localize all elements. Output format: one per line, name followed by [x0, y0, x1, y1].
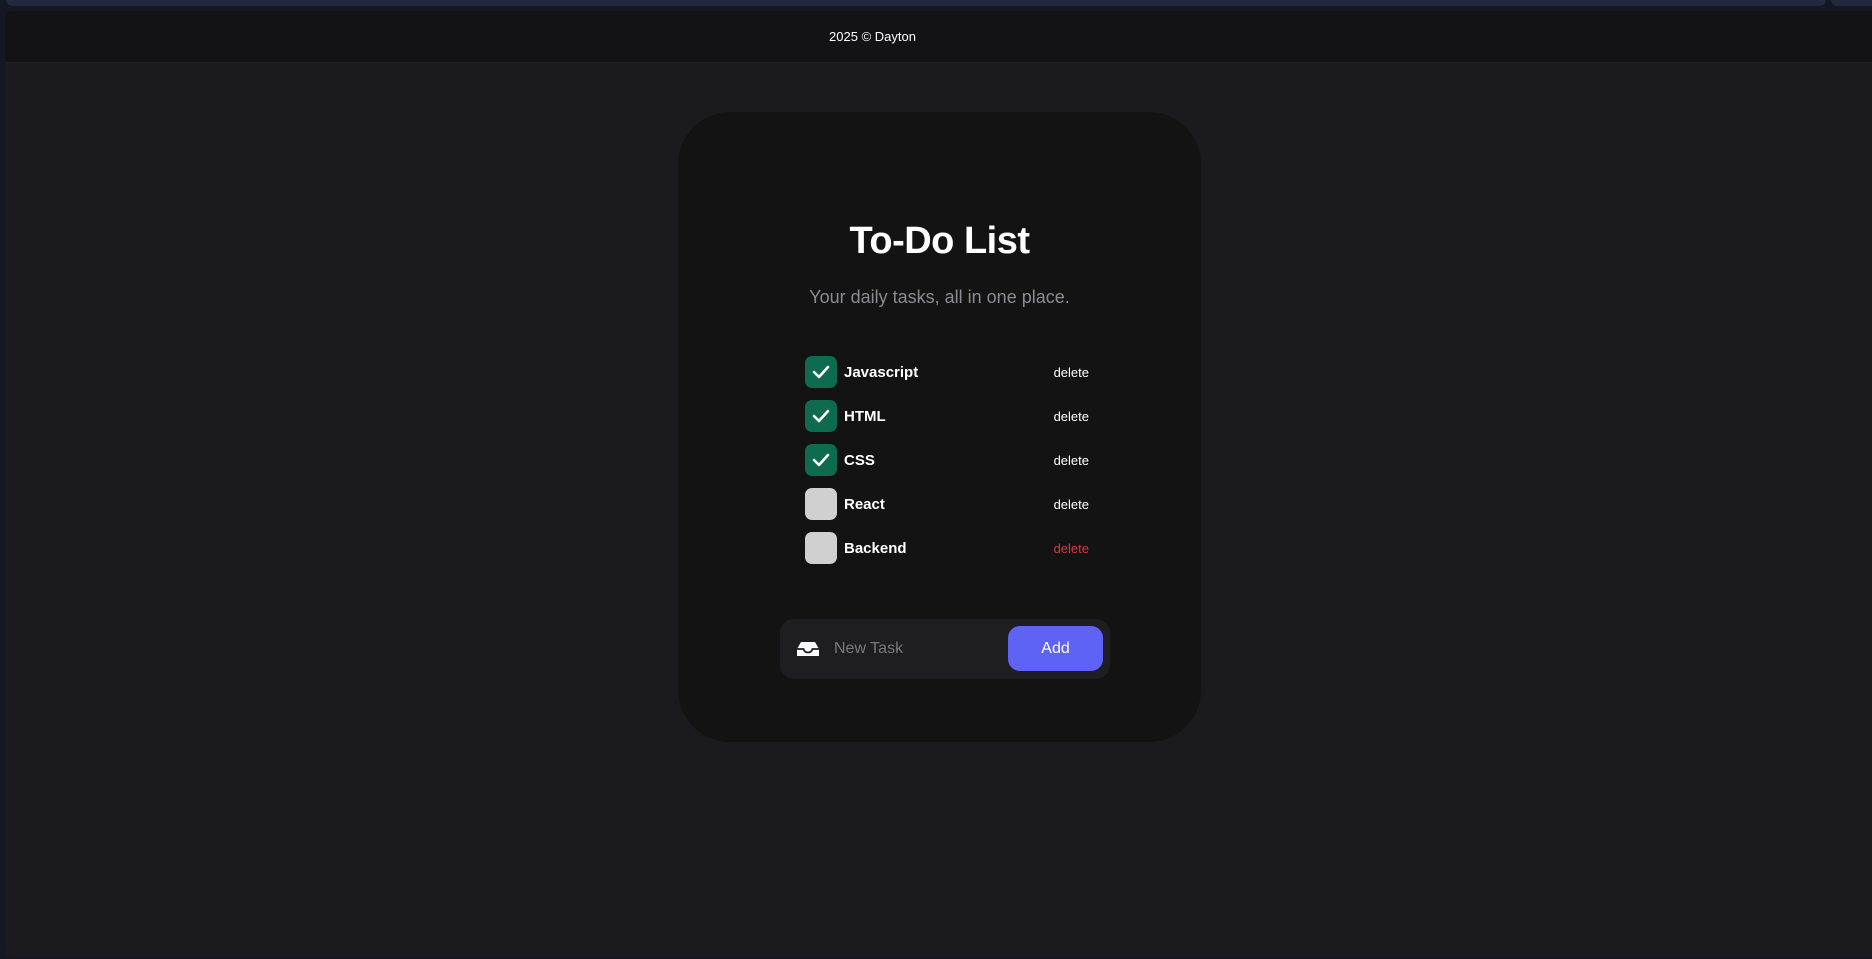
task-checkbox[interactable] — [805, 444, 837, 476]
inbox-icon — [797, 642, 819, 656]
delete-button[interactable]: delete — [1054, 541, 1089, 556]
task-item: Javascript delete — [805, 356, 1089, 388]
task-item: React delete — [805, 488, 1089, 520]
app-frame: 2025 © Dayton To-Do List Your daily task… — [5, 11, 1872, 957]
new-task-bar: Add — [780, 619, 1110, 679]
window-top-strip-right — [1831, 0, 1872, 6]
task-label: Backend — [844, 539, 907, 557]
delete-button[interactable]: delete — [1054, 365, 1089, 380]
task-label: HTML — [844, 407, 886, 425]
task-checkbox[interactable] — [805, 488, 837, 520]
delete-button[interactable]: delete — [1054, 497, 1089, 512]
task-checkbox[interactable] — [805, 532, 837, 564]
checkmark-icon — [812, 409, 830, 423]
task-item: Backend delete — [805, 532, 1089, 564]
checkmark-icon — [812, 365, 830, 379]
delete-button[interactable]: delete — [1054, 453, 1089, 468]
task-item: CSS delete — [805, 444, 1089, 476]
add-button[interactable]: Add — [1008, 626, 1103, 671]
task-checkbox[interactable] — [805, 400, 837, 432]
footer-bar: 2025 © Dayton — [5, 11, 1872, 63]
task-label: CSS — [844, 451, 875, 469]
new-task-input[interactable] — [834, 635, 994, 663]
task-item: HTML delete — [805, 400, 1089, 432]
task-label: Javascript — [844, 363, 919, 381]
task-checkbox[interactable] — [805, 356, 837, 388]
window-top-strip — [6, 0, 1826, 6]
task-label: React — [844, 495, 885, 513]
todo-card: To-Do List Your daily tasks, all in one … — [678, 112, 1201, 742]
delete-button[interactable]: delete — [1054, 409, 1089, 424]
task-list: Javascript delete HTML delete CSS delete — [805, 356, 1089, 576]
checkmark-icon — [812, 453, 830, 467]
page-title: To-Do List — [849, 220, 1030, 262]
footer-text: 2025 © Dayton — [829, 29, 916, 44]
page-subtitle: Your daily tasks, all in one place. — [809, 287, 1070, 307]
